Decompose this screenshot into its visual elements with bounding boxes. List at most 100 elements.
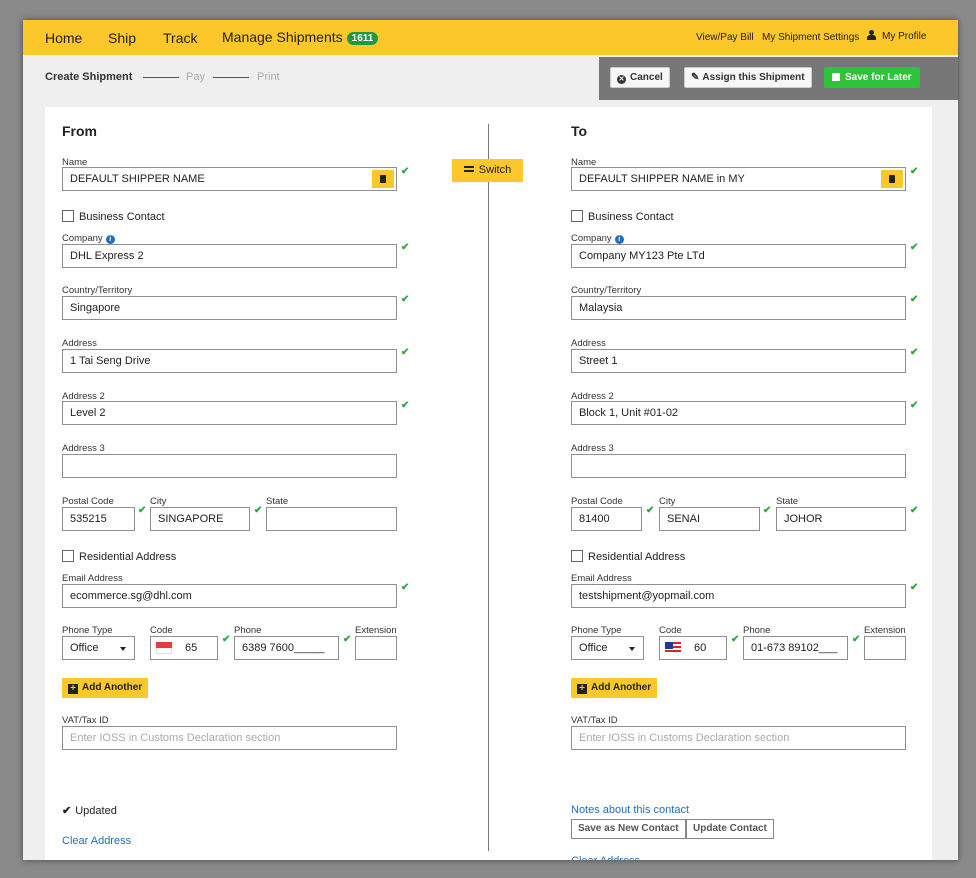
chevron-down-icon: [120, 647, 126, 651]
info-icon[interactable]: i: [614, 235, 624, 244]
check-icon: ✔: [401, 242, 410, 253]
code-label: Code: [150, 625, 173, 636]
switch-label: Switch: [478, 164, 512, 176]
to-email-input[interactable]: testshipment@yopmail.com: [571, 584, 906, 608]
code-value: 65: [185, 642, 198, 654]
to-business-contact-checkbox[interactable]: Business Contact: [571, 210, 674, 223]
to-country-input[interactable]: Malaysia: [571, 296, 906, 320]
from-phone-input[interactable]: 6389 7600_____: [234, 636, 339, 660]
checkbox-icon: [62, 550, 74, 562]
from-add-another-button[interactable]: + Add Another: [62, 678, 149, 698]
checkbox-icon: [571, 210, 583, 222]
country-label: Country/Territory: [571, 285, 642, 296]
from-country-input[interactable]: Singapore: [62, 296, 397, 320]
address-label: Address: [571, 338, 606, 349]
to-vat-input[interactable]: Enter IOSS in Customs Declaration sectio…: [571, 726, 906, 750]
step-print: Print: [257, 71, 280, 83]
from-extension-input[interactable]: [355, 636, 397, 660]
plus-icon: +: [68, 684, 78, 694]
check-icon: ✔: [852, 634, 861, 645]
check-icon: ✔: [731, 634, 740, 645]
from-company-input[interactable]: DHL Express 2: [62, 244, 397, 268]
phone-type-label: Phone Type: [62, 625, 113, 636]
city-label: City: [659, 496, 676, 507]
postal-code-label: Postal Code: [571, 496, 623, 507]
to-address2-input[interactable]: Block 1, Unit #01-02: [571, 401, 906, 425]
from-code-input[interactable]: 65: [150, 636, 218, 660]
address-book-icon[interactable]: [881, 170, 903, 188]
to-name-value: DEFAULT SHIPPER NAME in MY: [579, 173, 745, 185]
company-label: Company i: [62, 233, 115, 244]
residential-label: Residential Address: [588, 551, 686, 563]
nav-track[interactable]: Track: [163, 30, 197, 46]
to-postal-code-input[interactable]: 81400: [571, 507, 642, 531]
to-address3-input[interactable]: [571, 454, 906, 478]
to-extension-input[interactable]: [864, 636, 906, 660]
action-bar: ✕ Cancel ✎ Assign this Shipment Save for L…: [599, 57, 958, 100]
city-label: City: [150, 496, 167, 507]
from-postal-code-input[interactable]: 535215: [62, 507, 135, 531]
phone-type-value: Office: [70, 642, 99, 654]
update-contact-button[interactable]: Update Contact: [686, 819, 774, 839]
from-phone-type-select[interactable]: Office: [62, 636, 135, 660]
add-another-label: Add Another: [82, 682, 143, 693]
assign-shipment-button[interactable]: ✎ Assign this Shipment: [684, 67, 812, 88]
to-phone-type-select[interactable]: Office: [571, 636, 644, 660]
nav-home[interactable]: Home: [45, 30, 82, 46]
to-code-input[interactable]: 60: [659, 636, 727, 660]
save-as-new-contact-button[interactable]: Save as New Contact: [571, 819, 686, 839]
from-clear-address-link[interactable]: Clear Address: [62, 835, 131, 847]
add-another-label: Add Another: [591, 682, 652, 693]
from-address-input[interactable]: 1 Tai Seng Drive: [62, 349, 397, 373]
user-icon: [867, 30, 876, 40]
to-residential-checkbox[interactable]: Residential Address: [571, 550, 685, 563]
from-name-value: DEFAULT SHIPPER NAME: [70, 173, 205, 185]
to-clear-address-link[interactable]: Clear Address: [571, 855, 640, 860]
from-state-input[interactable]: [266, 507, 397, 531]
to-company-input[interactable]: Company MY123 Pte LTd: [571, 244, 906, 268]
from-email-input[interactable]: ecommerce.sg@dhl.com: [62, 584, 397, 608]
assign-label: Assign this Shipment: [702, 72, 805, 83]
from-section: From Name DEFAULT SHIPPER NAME ✔ Busines…: [62, 107, 482, 860]
nav-shipment-settings[interactable]: My Shipment Settings: [762, 32, 859, 43]
check-icon: ✔: [401, 582, 410, 593]
nav-manage-shipments[interactable]: Manage Shipments 1611: [222, 29, 379, 45]
address-book-icon[interactable]: [372, 170, 394, 188]
check-icon: ✔: [646, 505, 655, 516]
from-vat-input[interactable]: Enter IOSS in Customs Declaration sectio…: [62, 726, 397, 750]
save-for-later-button[interactable]: Save for Later: [824, 67, 920, 88]
vat-label: VAT/Tax ID: [62, 715, 109, 726]
chevron-down-icon: [629, 647, 635, 651]
from-residential-checkbox[interactable]: Residential Address: [62, 550, 176, 563]
from-address2-input[interactable]: Level 2: [62, 401, 397, 425]
from-city-input[interactable]: SINGAPORE: [150, 507, 250, 531]
check-icon: ✔: [763, 505, 772, 516]
to-state-input[interactable]: JOHOR: [776, 507, 906, 531]
app-window: Home Ship Track Manage Shipments 1611 Vie…: [23, 20, 958, 860]
check-icon: ✔: [910, 505, 919, 516]
from-name-input[interactable]: DEFAULT SHIPPER NAME: [62, 167, 397, 191]
check-icon: ✔: [343, 634, 352, 645]
to-add-another-button[interactable]: + Add Another: [571, 678, 658, 698]
from-business-contact-checkbox[interactable]: Business Contact: [62, 210, 165, 223]
checkbox-icon: [571, 550, 583, 562]
check-icon: ✔: [401, 294, 410, 305]
from-address3-input[interactable]: [62, 454, 397, 478]
top-nav: Home Ship Track Manage Shipments 1611 Vie…: [23, 20, 958, 55]
to-name-input[interactable]: DEFAULT SHIPPER NAME in MY: [571, 167, 906, 191]
business-contact-label: Business Contact: [588, 211, 674, 223]
check-icon: ✔: [910, 294, 919, 305]
cancel-button[interactable]: ✕ Cancel: [610, 67, 670, 88]
address3-label: Address 3: [571, 443, 614, 454]
info-icon[interactable]: i: [105, 235, 115, 244]
check-icon: ✔: [401, 400, 410, 411]
nav-my-profile[interactable]: My Profile: [867, 30, 926, 42]
to-city-input[interactable]: SENAI: [659, 507, 760, 531]
to-phone-input[interactable]: 01-673 89102___: [743, 636, 848, 660]
notes-about-contact-link[interactable]: Notes about this contact: [571, 804, 689, 816]
nav-ship[interactable]: Ship: [108, 30, 136, 46]
nav-view-pay-bill[interactable]: View/Pay Bill: [696, 32, 754, 43]
address3-label: Address 3: [62, 443, 105, 454]
phone-label: Phone: [234, 625, 262, 636]
to-address-input[interactable]: Street 1: [571, 349, 906, 373]
